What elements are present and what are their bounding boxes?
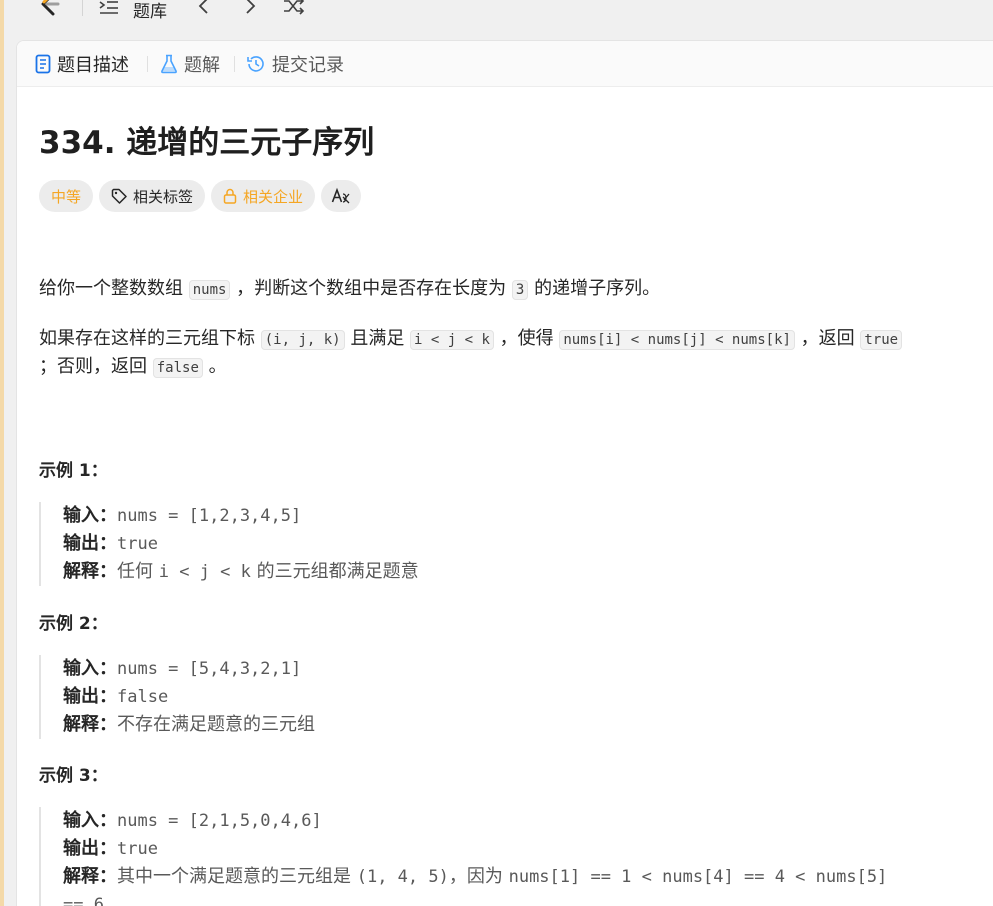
text-run: 的递增子序列。 — [528, 278, 661, 299]
example-input: nums = [1,2,3,4,5] — [117, 506, 302, 526]
text-run: 如果存在这样的三元组下标 — [39, 328, 261, 349]
difficulty-label: 中等 — [51, 187, 82, 206]
input-label: 输入： — [63, 810, 117, 831]
input-label: 输入： — [63, 505, 117, 526]
description-paragraph-2-cont: ；否则，返回 false 。 — [39, 353, 227, 382]
example-explain-line: 解释：任何 i < j < k 的三元组都满足题意 — [63, 558, 419, 586]
example-input-line: 输入：nums = [5,4,3,2,1] — [63, 655, 315, 683]
explain-text: 其中一个满足题意的三元组是 — [117, 866, 357, 887]
example-block: 输入：nums = [1,2,3,4,5] 输出：true 解释：任何 i < … — [39, 502, 419, 586]
input-label: 输入： — [63, 658, 117, 679]
text-run: ；否则，返回 — [39, 356, 153, 377]
explain-text: 任何 — [117, 561, 159, 582]
history-icon — [247, 56, 264, 72]
document-icon — [35, 54, 51, 74]
topbar-divider — [82, 0, 83, 16]
example-input: nums = [5,4,3,2,1] — [117, 659, 302, 679]
example-heading: 示例 3： — [39, 766, 108, 786]
tab-description-label: 题目描述 — [57, 55, 129, 76]
example-explain-line-cont: == 6 — [63, 891, 887, 906]
explain-text: ，因为 — [448, 866, 509, 887]
tab-divider — [147, 56, 148, 72]
inline-code: 3 — [511, 280, 529, 300]
text-run: ，返回 — [794, 328, 861, 349]
text-run: 且满足 — [344, 328, 411, 349]
tag-icon — [111, 188, 127, 204]
tab-divider — [234, 56, 235, 72]
panel-tabbar: 题目描述 题解 提交记录 — [17, 41, 993, 87]
explain-label: 解释： — [63, 714, 117, 735]
problem-tags: 中等 相关标签 相关企业 — [39, 180, 362, 212]
example-explain-line: 解释：不存在满足题意的三元组 — [63, 711, 315, 738]
explain-label: 解释： — [63, 866, 117, 887]
example-explain-line: 解释：其中一个满足题意的三元组是 (1, 4, 5)，因为 nums[1] ==… — [63, 863, 887, 891]
explain-label: 解释： — [63, 561, 117, 582]
explain-code: i < j < k — [158, 562, 251, 582]
tab-solutions[interactable]: 题解 — [160, 52, 220, 76]
translate-icon — [331, 187, 350, 204]
inline-code: nums[i] < nums[j] < nums[k] — [559, 330, 795, 350]
window-left-edge — [0, 0, 4, 906]
example-heading: 示例 1： — [39, 461, 108, 481]
explain-text: 不存在满足题意的三元组 — [117, 714, 315, 735]
tab-solutions-label: 题解 — [184, 55, 220, 76]
related-tags-label: 相关标签 — [133, 187, 194, 206]
related-companies-label: 相关企业 — [243, 187, 304, 206]
inline-code: i < j < k — [410, 330, 494, 350]
problem-panel: 题目描述 题解 提交记录 334. 递增的三元子序列 中等 相关标签 相关企业 … — [16, 40, 993, 906]
explain-code: (1, 4, 5) — [356, 867, 449, 887]
example-output-line: 输出：true — [63, 835, 887, 863]
related-tags-button[interactable]: 相关标签 — [99, 180, 206, 212]
inline-code: false — [152, 358, 203, 378]
inline-code: (i, j, k) — [260, 330, 345, 350]
example-output: false — [117, 687, 169, 707]
example-output: true — [117, 839, 158, 859]
page-title: 334. 递增的三元子序列 — [39, 125, 375, 161]
tab-description[interactable]: 题目描述 — [35, 52, 129, 76]
text-run: ，判断这个数组中是否存在长度为 — [230, 278, 512, 299]
example-output-line: 输出：true — [63, 530, 419, 558]
inline-code: nums — [188, 280, 231, 300]
tab-submissions-label: 提交记录 — [272, 55, 344, 76]
example-input-line: 输入：nums = [2,1,5,0,4,6] — [63, 807, 887, 835]
problem-list-title[interactable]: 题库 — [133, 0, 167, 22]
translate-button[interactable] — [321, 180, 362, 212]
related-companies-button[interactable]: 相关企业 — [211, 180, 316, 212]
lock-icon — [223, 188, 237, 204]
example-heading: 示例 2： — [39, 614, 108, 634]
description-paragraph-2: 如果存在这样的三元组下标 (i, j, k) 且满足 i < j < k ，使得… — [39, 325, 903, 354]
explain-code: nums[1] == 1 < nums[4] == 4 < nums[5] — [508, 867, 888, 887]
text-run: 。 — [202, 356, 227, 377]
example-input-line: 输入：nums = [1,2,3,4,5] — [63, 502, 419, 530]
shuffle-icon[interactable] — [282, 0, 306, 16]
leetcode-logo-icon[interactable] — [34, 0, 64, 18]
output-label: 输出： — [63, 686, 117, 707]
example-block: 输入：nums = [5,4,3,2,1] 输出：false 解释：不存在满足题… — [39, 655, 315, 739]
text-run: ，使得 — [493, 328, 560, 349]
explain-code: == 6 — [63, 895, 104, 906]
description-paragraph-1: 给你一个整数数组 nums ，判断这个数组中是否存在长度为 3 的递增子序列。 — [39, 275, 660, 304]
inline-code: true — [860, 330, 903, 350]
example-input: nums = [2,1,5,0,4,6] — [117, 811, 322, 831]
chevron-left-icon[interactable] — [194, 0, 214, 16]
flask-icon — [161, 54, 177, 74]
example-block: 输入：nums = [2,1,5,0,4,6] 输出：true 解释：其中一个满… — [39, 807, 887, 906]
example-output-line: 输出：false — [63, 683, 315, 711]
text-run: 给你一个整数数组 — [39, 278, 189, 299]
output-label: 输出： — [63, 838, 117, 859]
chevron-right-icon[interactable] — [240, 0, 260, 16]
tab-submissions[interactable]: 提交记录 — [246, 52, 344, 76]
difficulty-badge[interactable]: 中等 — [39, 180, 94, 212]
explain-text: 的三元组都满足题意 — [250, 561, 419, 582]
example-output: true — [117, 534, 158, 554]
top-navbar: 题库 — [4, 0, 993, 34]
output-label: 输出： — [63, 533, 117, 554]
list-icon[interactable] — [98, 0, 120, 16]
